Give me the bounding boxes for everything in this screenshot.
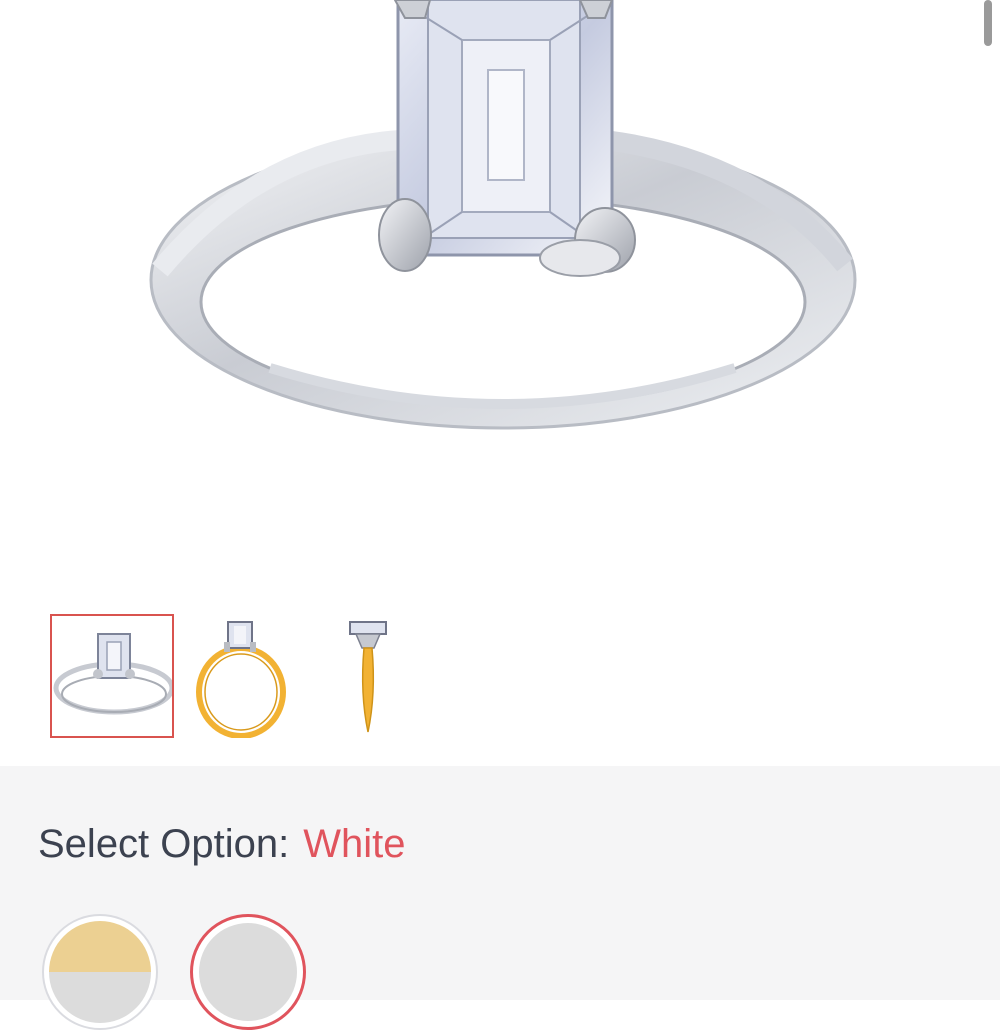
- option-selected-value: White: [303, 822, 406, 866]
- swatch-yellow[interactable]: [42, 914, 158, 1030]
- option-panel: Select Option: White: [0, 766, 1000, 1030]
- product-image-main[interactable]: [0, 0, 1000, 600]
- option-label: Select Option:: [38, 822, 290, 866]
- option-heading: Select Option: White: [38, 820, 406, 868]
- thumbnail-yellow-gold-front[interactable]: [178, 614, 302, 738]
- thumbnail-strip: [0, 600, 1000, 766]
- thumbnail-white-gold-front[interactable]: [50, 614, 174, 738]
- swatch-white[interactable]: [190, 914, 306, 1030]
- thumbnail-yellow-gold-side[interactable]: [306, 614, 430, 738]
- scroll-indicator[interactable]: [984, 0, 992, 46]
- ring-illustration: [149, 0, 857, 430]
